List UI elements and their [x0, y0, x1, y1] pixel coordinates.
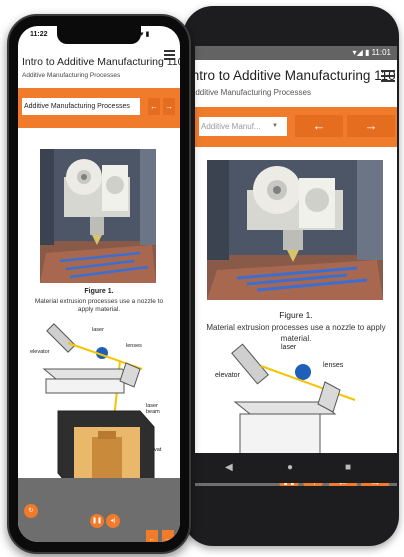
figure-caption: Material extrusion processes use a nozzl…: [34, 298, 164, 313]
next-page-button[interactable]: →: [347, 115, 395, 137]
diagram-label-lenses: lenses: [126, 343, 142, 349]
iphone-notch: [57, 26, 141, 44]
prev-page-button[interactable]: ←: [295, 115, 343, 137]
android-nav-bar: ◀ ● ■: [195, 453, 397, 483]
laser-diagram: laser lenses elevator laser beam vat: [30, 319, 170, 497]
status-icons: ▾ ▮: [140, 31, 150, 38]
menu-icon[interactable]: [381, 70, 395, 84]
diagram-label-elevator: elevator: [215, 372, 240, 379]
next-page-button[interactable]: →: [163, 98, 175, 115]
diagram-label-laser-beam: laser beam: [146, 403, 160, 415]
back-icon[interactable]: ◀: [225, 462, 233, 473]
course-title: Intro to Additive Manufacturing 110: [22, 56, 180, 68]
figure-caption: Material extrusion processes use a nozzl…: [206, 323, 386, 343]
figure-label: Figure 1.: [84, 288, 114, 295]
dropdown-caret-icon: ▼: [272, 123, 278, 129]
prev-page-button[interactable]: ←: [148, 98, 160, 115]
section-select[interactable]: Additive Manuf... ▼: [199, 117, 287, 136]
figure-label: Figure 1.: [279, 310, 313, 320]
iphone-media-bar: ↻ ❚❚ ◂) ← →: [18, 478, 180, 542]
diagram-label-laser: laser: [92, 327, 104, 333]
status-time: 11:22: [30, 31, 48, 38]
diagram-label-elevator: elevator: [30, 349, 50, 355]
android-status-bar: ▾◢ ▮ 11:01: [195, 46, 397, 60]
lesson-subtitle: Additive Manufacturing Processes: [195, 88, 311, 97]
section-select[interactable]: Additive Manufacturing Processes: [22, 98, 140, 115]
android-header: Intro to Additive Manufacturing 110 Addi…: [195, 60, 397, 104]
iphone-screen: 11:22 ▾ ▮ Intro to Additive Manufacturin…: [18, 26, 180, 542]
diagram-label-laser: laser: [281, 344, 297, 351]
volume-icon[interactable]: ◂): [106, 514, 120, 528]
diagram-label-lenses: lenses: [323, 362, 344, 369]
media-next-button[interactable]: →: [162, 530, 174, 542]
iphone-toolbar: Additive Manufacturing Processes ← →: [18, 88, 180, 128]
android-screen: ▾◢ ▮ 11:01 Intro to Additive Manufacturi…: [195, 46, 397, 486]
home-icon[interactable]: ●: [287, 462, 293, 473]
diagram-label-vat: vat: [154, 447, 162, 453]
printer-photo: [207, 160, 383, 300]
android-toolbar: Additive Manuf... ▼ ← →: [195, 107, 397, 147]
printer-photo: [40, 149, 156, 283]
course-title: Intro to Additive Manufacturing 110: [195, 68, 396, 83]
media-prev-button[interactable]: ←: [146, 530, 158, 542]
menu-icon[interactable]: [164, 50, 175, 61]
refresh-icon[interactable]: ↻: [24, 504, 38, 518]
recents-icon[interactable]: ■: [345, 462, 351, 473]
pause-icon[interactable]: ❚❚: [90, 514, 104, 528]
laser-diagram: laser lenses elevator: [215, 342, 365, 467]
lesson-subtitle: Additive Manufacturing Processes: [22, 72, 121, 79]
